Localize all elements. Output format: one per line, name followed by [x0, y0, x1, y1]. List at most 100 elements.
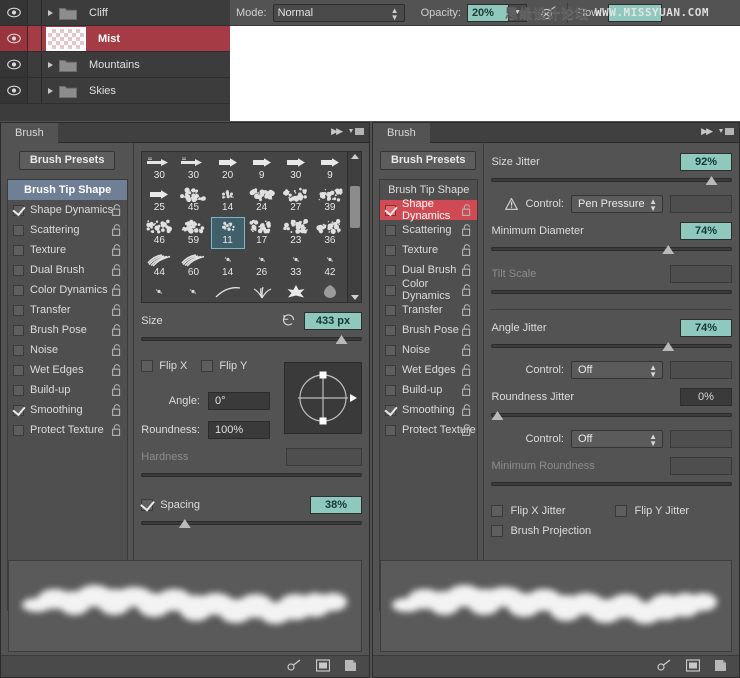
collapse-icon[interactable]: ▶▶: [701, 126, 711, 137]
option-checkbox[interactable]: [385, 365, 396, 376]
option-checkbox[interactable]: [13, 425, 24, 436]
roundness-jitter-slider[interactable]: [491, 410, 732, 422]
spacing-value[interactable]: 38%: [310, 496, 362, 514]
lock-icon[interactable]: [112, 364, 122, 379]
brush-tip-cell[interactable]: 17: [245, 217, 279, 249]
panel-menu-icon[interactable]: [348, 127, 365, 136]
brush-tip-cell[interactable]: 14: [211, 184, 245, 216]
min-diameter-value[interactable]: 74%: [680, 222, 732, 240]
brush-tip-cell[interactable]: 39: [313, 184, 347, 216]
brush-stroke-icon[interactable]: [657, 659, 672, 675]
brush-presets-button-right[interactable]: Brush Presets: [380, 151, 476, 170]
brush-option-shape-dynamics[interactable]: Shape Dynamics: [8, 200, 127, 220]
brush-tip-cell[interactable]: 30: [176, 152, 210, 184]
angle-roundness-control[interactable]: [284, 362, 362, 434]
lock-icon[interactable]: [462, 344, 472, 359]
brush-option-wet-edges[interactable]: Wet Edges: [380, 360, 477, 380]
brush-tip-cell[interactable]: [313, 282, 347, 302]
brush-tip-cell[interactable]: 24: [245, 184, 279, 216]
roundness-value[interactable]: 100%: [208, 421, 270, 439]
brush-option-texture[interactable]: Texture: [380, 240, 477, 260]
brush-option-brush-pose[interactable]: Brush Pose: [8, 320, 127, 340]
option-checkbox[interactable]: [385, 325, 396, 336]
brush-tip-cell[interactable]: 45: [176, 184, 210, 216]
brush-tip-cell[interactable]: 46: [142, 217, 176, 249]
lock-icon[interactable]: [112, 204, 122, 219]
reset-icon[interactable]: [282, 313, 296, 329]
lock-icon[interactable]: [112, 284, 122, 299]
option-checkbox[interactable]: [385, 345, 396, 356]
angle-value[interactable]: 0°: [208, 392, 270, 410]
brush-tip-grid[interactable]: 3030209309254514242739465911172336446014…: [142, 152, 347, 302]
lock-icon[interactable]: [462, 384, 472, 399]
brush-option-wet-edges[interactable]: Wet Edges: [8, 360, 127, 380]
panel-menu-icon[interactable]: [718, 127, 735, 136]
new-brush-icon[interactable]: [344, 659, 357, 675]
size-jitter-slider[interactable]: [491, 175, 732, 187]
option-checkbox[interactable]: [385, 385, 396, 396]
brush-tip-cell[interactable]: 60: [176, 249, 210, 281]
brush-tip-cell[interactable]: [142, 282, 176, 302]
layer-row[interactable]: Mist: [0, 26, 230, 52]
collapse-icon[interactable]: ▶▶: [331, 126, 341, 137]
min-diameter-slider[interactable]: [491, 244, 732, 256]
tab-brush-left[interactable]: Brush: [1, 123, 58, 143]
brush-presets-button-left[interactable]: Brush Presets: [19, 151, 115, 170]
lock-icon[interactable]: [112, 244, 122, 259]
lock-icon[interactable]: [462, 244, 472, 259]
size-slider[interactable]: [141, 334, 362, 346]
tab-brush-right[interactable]: Brush: [373, 123, 430, 143]
brush-stroke-icon[interactable]: [287, 659, 302, 675]
brush-tip-cell[interactable]: 9: [313, 152, 347, 184]
lock-icon[interactable]: [112, 304, 122, 319]
option-checkbox[interactable]: [13, 285, 24, 296]
spacing-checkbox[interactable]: [141, 499, 153, 511]
brush-tip-cell[interactable]: 36: [313, 217, 347, 249]
brush-grid-scrollbar[interactable]: [347, 152, 361, 302]
brush-tip-cell[interactable]: [245, 282, 279, 302]
angle-jitter-value[interactable]: 74%: [680, 319, 732, 337]
option-checkbox[interactable]: [385, 225, 396, 236]
angle-jitter-slider[interactable]: [491, 341, 732, 353]
option-checkbox[interactable]: [385, 265, 396, 276]
lock-icon[interactable]: [112, 384, 122, 399]
control3-select[interactable]: Off ▲▼: [571, 430, 663, 448]
option-checkbox[interactable]: [13, 385, 24, 396]
option-checkbox[interactable]: [13, 225, 24, 236]
flip-x-checkbox[interactable]: [141, 360, 153, 372]
brush-tip-cell[interactable]: 9: [245, 152, 279, 184]
lock-icon[interactable]: [462, 284, 472, 299]
preset-manager-icon[interactable]: [686, 659, 700, 675]
size-jitter-value[interactable]: 92%: [680, 153, 732, 171]
lock-icon[interactable]: [462, 404, 472, 419]
option-checkbox[interactable]: [13, 205, 24, 216]
brush-option-noise[interactable]: Noise: [380, 340, 477, 360]
layer-row[interactable]: Skies: [0, 78, 230, 104]
brush-option-brush-pose[interactable]: Brush Pose: [380, 320, 477, 340]
option-checkbox[interactable]: [13, 265, 24, 276]
lock-icon[interactable]: [462, 264, 472, 279]
brush-option-noise[interactable]: Noise: [8, 340, 127, 360]
brush-option-scattering[interactable]: Scattering: [380, 220, 477, 240]
brush-option-dual-brush[interactable]: Dual Brush: [380, 260, 477, 280]
opacity-value[interactable]: 20%: [467, 4, 509, 22]
brush-option-smoothing[interactable]: Smoothing: [380, 400, 477, 420]
option-checkbox[interactable]: [385, 305, 396, 316]
brush-tip-cell[interactable]: 25: [142, 184, 176, 216]
brush-tip-cell[interactable]: [211, 282, 245, 302]
roundness-jitter-value[interactable]: 0%: [680, 388, 732, 406]
layer-row[interactable]: Mountains: [0, 52, 230, 78]
airbrush-icon[interactable]: [539, 4, 559, 22]
control1-select[interactable]: Pen Pressure ▲▼: [571, 195, 663, 213]
brush-option-protect-texture[interactable]: Protect Texture: [8, 420, 127, 440]
brush-option-color-dynamics[interactable]: Color Dynamics: [8, 280, 127, 300]
lock-icon[interactable]: [112, 264, 122, 279]
lock-icon[interactable]: [462, 424, 472, 439]
scroll-down-icon[interactable]: [351, 295, 359, 300]
brush-tip-cell[interactable]: 20: [211, 152, 245, 184]
option-checkbox[interactable]: [385, 245, 396, 256]
lock-icon[interactable]: [462, 324, 472, 339]
flow-value[interactable]: [608, 4, 662, 22]
lock-icon[interactable]: [462, 204, 472, 219]
option-checkbox[interactable]: [385, 405, 396, 416]
